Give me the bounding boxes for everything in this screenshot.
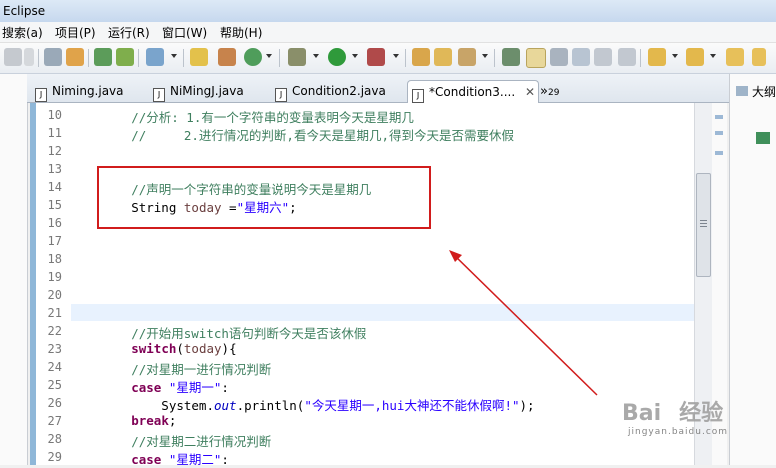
watermark-suffix: 经验 xyxy=(679,401,724,426)
baidu-watermark: Bai 经验 jingyan.baidu.com xyxy=(622,395,728,437)
watermark-url: jingyan.baidu.com xyxy=(628,427,729,437)
watermark-brand: Bai xyxy=(622,401,662,426)
annotation-arrow-line xyxy=(451,252,598,396)
